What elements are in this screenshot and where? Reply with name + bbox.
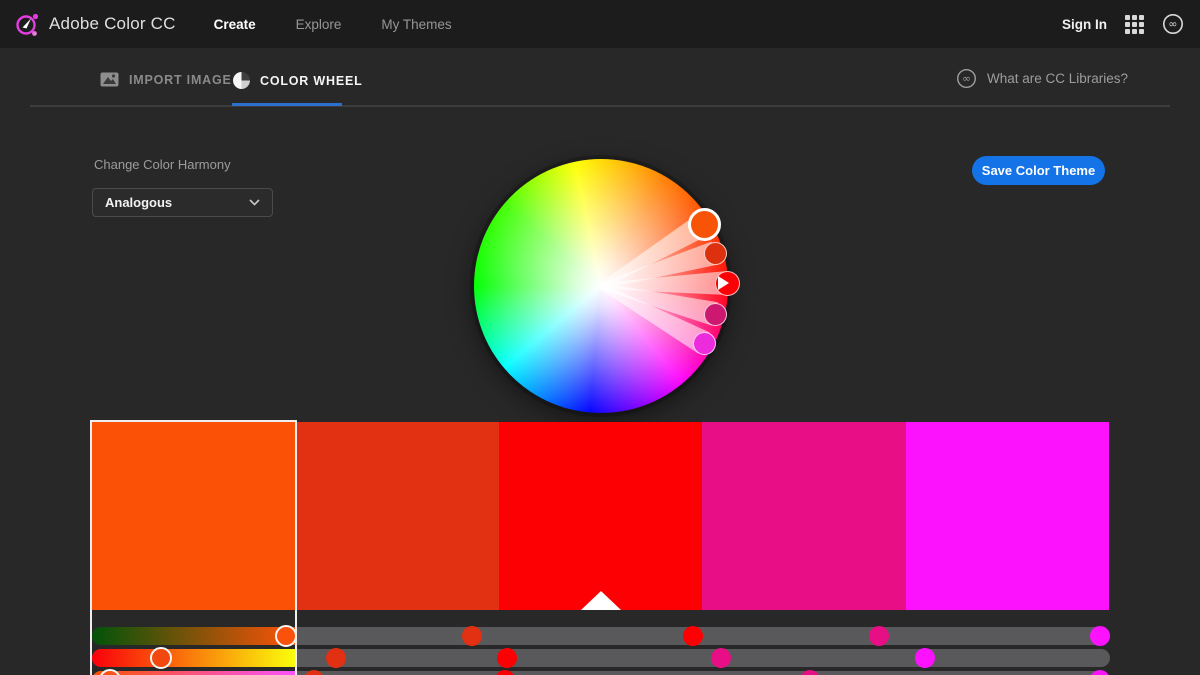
tab-import-image-label: IMPORT IMAGE	[129, 73, 232, 87]
blue-slider-dot-swatch-4[interactable]	[800, 670, 820, 675]
blue-slider-handle-selected[interactable]	[99, 669, 121, 675]
swatch-1-selected[interactable]	[92, 422, 295, 610]
green-slider-dot-swatch-3[interactable]	[497, 648, 517, 668]
brand-title: Adobe Color CC	[49, 14, 176, 34]
color-wheel-icon	[233, 72, 250, 89]
harmony-selected-value: Analogous	[105, 195, 249, 210]
apps-grid-icon[interactable]	[1125, 15, 1144, 34]
adobe-color-logo-icon	[14, 11, 41, 38]
blue-slider-gradient-track[interactable]	[92, 671, 296, 675]
cc-libraries-help[interactable]: ∞ What are CC Libraries?	[956, 68, 1128, 89]
red-slider-gradient-track[interactable]	[92, 627, 296, 645]
tab-divider	[30, 105, 1170, 107]
swatch-4[interactable]	[702, 422, 905, 610]
color-wheel[interactable]	[474, 159, 728, 413]
theme-swatch-row	[92, 422, 1109, 610]
blue-slider-row	[92, 671, 1110, 675]
svg-text:∞: ∞	[1168, 18, 1177, 31]
red-slider-dot-swatch-4[interactable]	[869, 626, 889, 646]
tool-tabbar: IMPORT IMAGE COLOR WHEEL ∞ What are CC L…	[0, 48, 1200, 106]
cc-libraries-help-label: What are CC Libraries?	[987, 71, 1128, 86]
nav-item-my-themes[interactable]: My Themes	[381, 17, 451, 32]
creative-cloud-icon[interactable]: ∞	[1162, 13, 1184, 35]
green-slider-dot-swatch-4[interactable]	[711, 648, 731, 668]
tab-import-image[interactable]: IMPORT IMAGE	[100, 72, 232, 87]
chevron-down-icon	[249, 199, 260, 206]
save-color-theme-button[interactable]: Save Color Theme	[972, 156, 1105, 185]
wheel-handle-5[interactable]	[693, 332, 716, 355]
image-icon	[100, 72, 119, 87]
harmony-dropdown[interactable]: Analogous	[92, 188, 273, 217]
green-slider-dot-swatch-2[interactable]	[326, 648, 346, 668]
active-tab-underline	[232, 103, 342, 106]
green-slider-dot-swatch-5[interactable]	[915, 648, 935, 668]
top-navbar: Adobe Color CC Create Explore My Themes Si…	[0, 0, 1200, 48]
blue-slider-dot-swatch-5[interactable]	[1090, 670, 1110, 675]
wheel-handle-4[interactable]	[704, 303, 727, 326]
svg-text:∞: ∞	[962, 73, 971, 85]
blue-slider-dot-swatch-2[interactable]	[304, 670, 324, 675]
creative-cloud-outline-icon: ∞	[956, 68, 977, 89]
red-slider-dot-swatch-2[interactable]	[462, 626, 482, 646]
swatch-3-base[interactable]	[499, 422, 702, 610]
blue-slider-dot-swatch-3[interactable]	[495, 670, 515, 675]
red-slider-handle-selected[interactable]	[275, 625, 297, 647]
wheel-handle-2[interactable]	[704, 242, 727, 265]
nav-item-create[interactable]: Create	[214, 17, 256, 32]
adobe-color-app: Adobe Color CC Create Explore My Themes Si…	[0, 0, 1200, 675]
red-slider-dot-swatch-5[interactable]	[1090, 626, 1110, 646]
navbar-right: Sign In ∞	[1062, 13, 1200, 35]
nav-item-explore[interactable]: Explore	[296, 17, 342, 32]
green-slider-row	[92, 649, 1110, 667]
swatch-2[interactable]	[295, 422, 498, 610]
wheel-handle-3-base[interactable]	[715, 271, 740, 296]
red-slider-row	[92, 627, 1110, 645]
tab-color-wheel[interactable]: COLOR WHEEL	[233, 72, 363, 89]
tab-color-wheel-label: COLOR WHEEL	[260, 74, 363, 88]
brand[interactable]: Adobe Color CC	[0, 11, 176, 38]
base-color-arrow-icon	[718, 276, 729, 290]
sign-in-link[interactable]: Sign In	[1062, 17, 1107, 32]
wheel-handle-1[interactable]	[688, 208, 721, 241]
swatch-5[interactable]	[906, 422, 1109, 610]
green-slider-gradient-track[interactable]	[92, 649, 296, 667]
red-slider-dot-swatch-3[interactable]	[683, 626, 703, 646]
base-swatch-triangle-icon	[581, 591, 621, 610]
main-nav: Create Explore My Themes	[214, 17, 452, 32]
harmony-label: Change Color Harmony	[94, 157, 231, 172]
